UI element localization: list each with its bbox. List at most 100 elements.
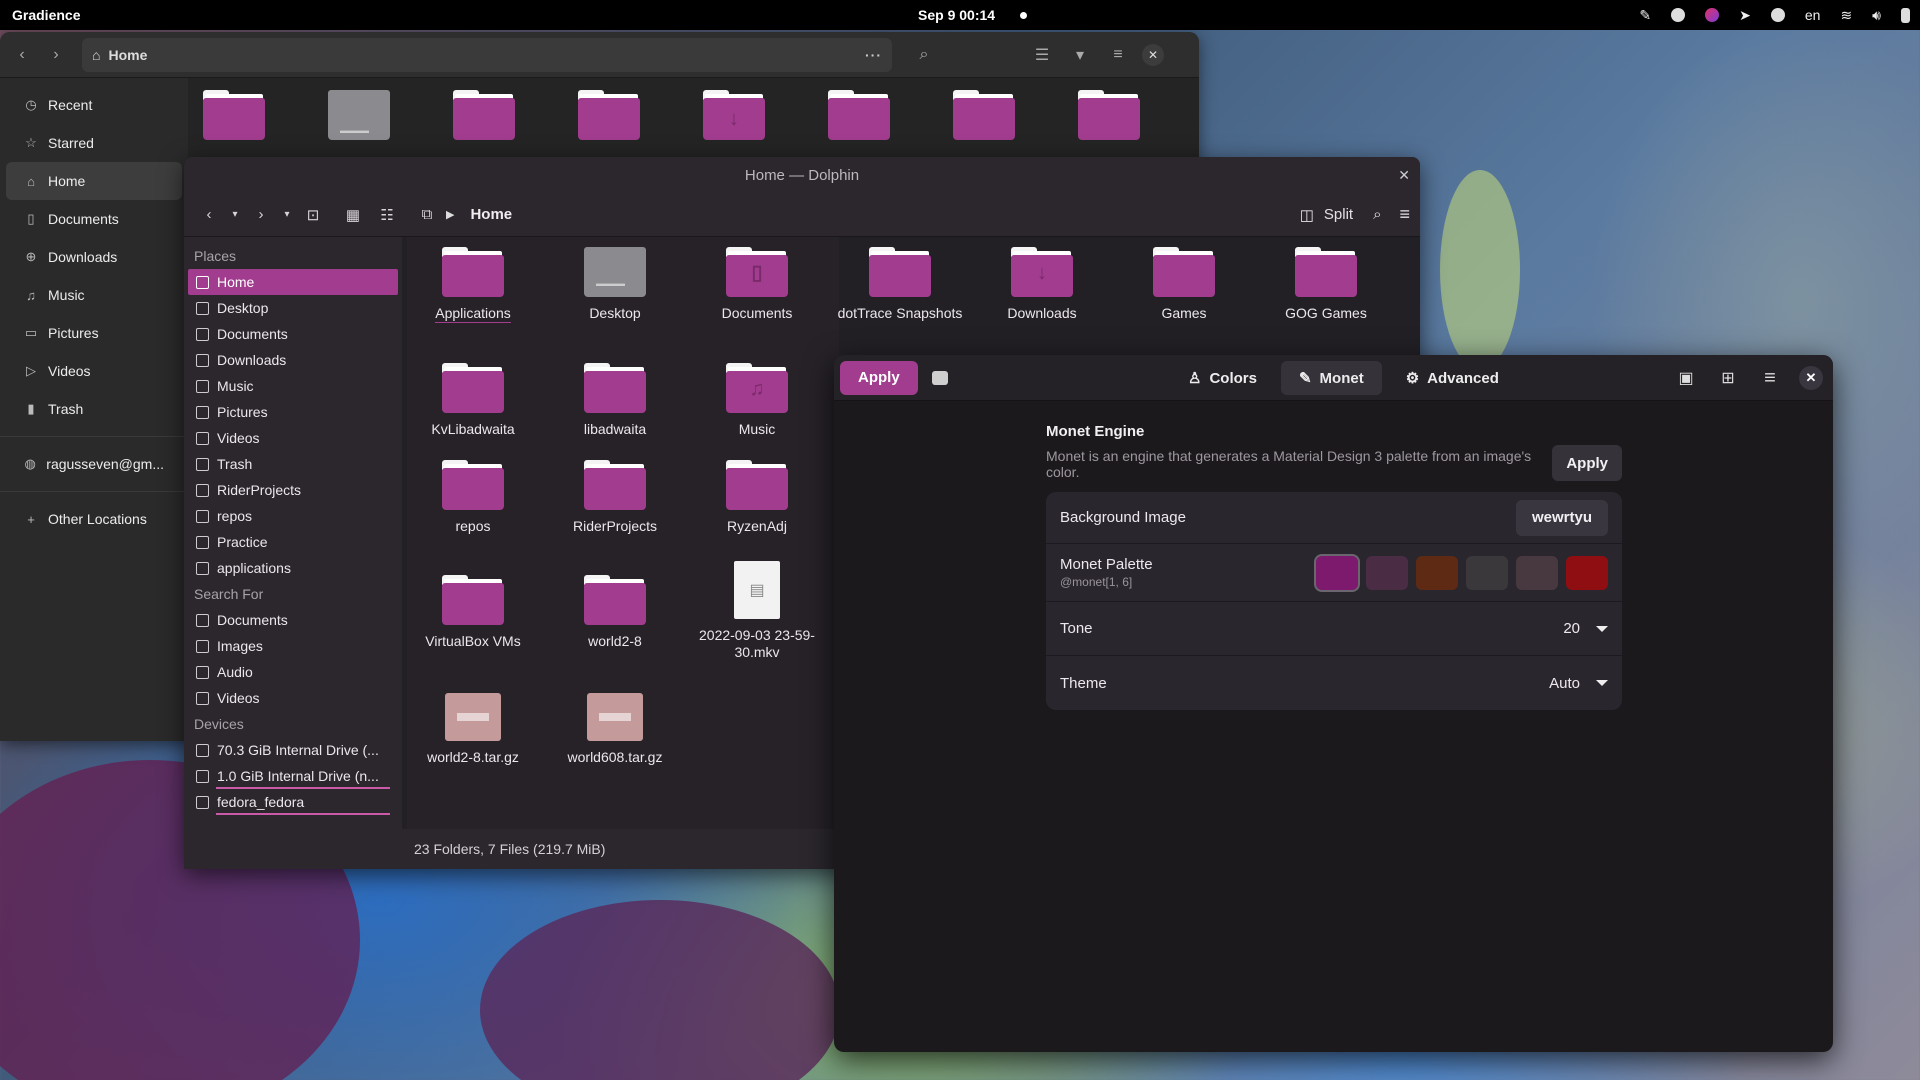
folder-item[interactable]	[450, 90, 518, 140]
forward-icon[interactable]: ›	[246, 200, 276, 230]
presets-icon[interactable]	[931, 370, 948, 385]
place-downloads[interactable]: Downloads	[188, 347, 398, 373]
sidebar-item-online-account[interactable]: ◍ ragusseven@gm...	[6, 445, 182, 483]
folder-item[interactable]	[825, 90, 893, 140]
sidebar-item-music[interactable]: ♫ Music	[6, 276, 182, 314]
split-button[interactable]: Split	[1324, 206, 1353, 223]
device-drive-1[interactable]: 70.3 GiB Internal Drive (...	[188, 737, 398, 763]
dolphin-titlebar[interactable]: Home — Dolphin ✕	[184, 157, 1420, 193]
device-fedora[interactable]: fedora_fedora	[188, 789, 398, 815]
search-documents[interactable]: Documents	[188, 607, 398, 633]
search-audio[interactable]: Audio	[188, 659, 398, 685]
device-drive-2[interactable]: 1.0 GiB Internal Drive (n...	[188, 763, 398, 789]
place-repos[interactable]: repos	[188, 503, 398, 529]
sidebar-item-videos[interactable]: ▷ Videos	[6, 352, 182, 390]
back-history-icon[interactable]: ▾	[228, 200, 242, 230]
tab-monet[interactable]: ✎ Monet	[1280, 361, 1382, 395]
tab-advanced[interactable]: ⚙ Advanced	[1388, 361, 1517, 395]
file-item[interactable]: RyzenAdj	[691, 460, 823, 535]
file-item[interactable]: repos	[407, 460, 539, 535]
file-item[interactable]: world608.tar.gz	[549, 693, 681, 766]
active-app-name[interactable]: Gradience	[12, 7, 80, 23]
search-images[interactable]: Images	[188, 633, 398, 659]
discord-icon[interactable]	[1770, 8, 1785, 22]
more-icon[interactable]: ···	[865, 47, 882, 63]
folder-item[interactable]	[1075, 90, 1143, 140]
file-item[interactable]: world2-8.tar.gz	[407, 693, 539, 766]
back-icon[interactable]: ‹	[194, 200, 224, 230]
sidebar-item-downloads[interactable]: ⊕ Downloads	[6, 238, 182, 276]
folder-item[interactable]	[950, 90, 1018, 140]
palette-swatch[interactable]	[1466, 555, 1508, 590]
breadcrumb[interactable]: Home	[470, 206, 512, 223]
panels-icon[interactable]: ⧉	[412, 200, 442, 230]
sidebar-item-documents[interactable]: ▯ Documents	[6, 200, 182, 238]
file-item[interactable]: Games	[1118, 247, 1250, 322]
chevron-down-icon[interactable]	[1596, 680, 1608, 686]
theme-value[interactable]: Auto	[1549, 675, 1580, 692]
tone-row[interactable]: Tone 20	[1046, 602, 1622, 656]
list-view-icon[interactable]: ☰	[1028, 41, 1056, 69]
folder-item[interactable]	[325, 90, 393, 140]
file-item[interactable]: ▤ 2022-09-03 23-59-30.mkv	[691, 561, 823, 661]
keyboard-layout[interactable]: en	[1805, 7, 1821, 23]
place-desktop[interactable]: Desktop	[188, 295, 398, 321]
terminal-icon[interactable]: ⊡	[298, 200, 328, 230]
file-item[interactable]: Desktop	[549, 247, 681, 322]
icons-view-icon[interactable]: ▦	[338, 200, 368, 230]
presets-manager-icon[interactable]: ⊞	[1715, 361, 1741, 395]
place-trash[interactable]: Trash	[188, 451, 398, 477]
forward-icon[interactable]: ›	[42, 41, 70, 69]
sidebar-item-recent[interactable]: ◷ Recent	[6, 86, 182, 124]
battery-icon[interactable]	[1901, 7, 1910, 23]
save-icon[interactable]: ▣	[1673, 361, 1699, 395]
file-item[interactable]: KvLibadwaita	[407, 363, 539, 438]
forward-history-icon[interactable]: ▾	[280, 200, 294, 230]
place-music[interactable]: Music	[188, 373, 398, 399]
theme-row[interactable]: Theme Auto	[1046, 656, 1622, 710]
file-item[interactable]: RiderProjects	[549, 460, 681, 535]
clock[interactable]: Sep 9 00:14	[918, 7, 995, 23]
tab-colors[interactable]: ♙ Colors	[1170, 361, 1275, 395]
menu-icon[interactable]: ≡	[1104, 41, 1132, 69]
file-item[interactable]: libadwaita	[549, 363, 681, 438]
chevron-down-icon[interactable]: ▾	[1066, 41, 1094, 69]
color-picker-icon[interactable]: ✎	[1639, 7, 1651, 24]
apply-button[interactable]: Apply	[840, 360, 918, 395]
sidebar-item-home[interactable]: ⌂ Home	[6, 162, 182, 200]
monet-apply-button[interactable]: Apply	[1552, 445, 1622, 481]
tone-value[interactable]: 20	[1563, 620, 1580, 637]
palette-swatch[interactable]	[1516, 555, 1558, 590]
wifi-icon[interactable]: ≋	[1840, 7, 1852, 24]
menu-icon[interactable]: ≡	[1757, 361, 1783, 395]
place-videos[interactable]: Videos	[188, 425, 398, 451]
background-image-button[interactable]: wewrtyu	[1515, 499, 1608, 536]
place-applications[interactable]: applications	[188, 555, 398, 581]
file-item[interactable]: ▯ Documents	[691, 247, 823, 322]
telegram-icon[interactable]: ➤	[1739, 7, 1751, 24]
close-icon[interactable]: ✕	[1799, 366, 1823, 390]
file-item[interactable]: ♫ Music	[691, 363, 823, 438]
palette-swatch[interactable]	[1366, 555, 1408, 590]
place-documents[interactable]: Documents	[188, 321, 398, 347]
split-icon[interactable]: ◫	[1300, 206, 1314, 224]
volume-icon[interactable]: 🔊︎	[1872, 7, 1881, 24]
place-pictures[interactable]: Pictures	[188, 399, 398, 425]
folder-item[interactable]	[575, 90, 643, 140]
palette-swatch[interactable]	[1566, 555, 1608, 590]
place-home[interactable]: Home	[188, 269, 398, 295]
close-icon[interactable]: ✕	[1398, 167, 1410, 184]
place-practice[interactable]: Practice	[188, 529, 398, 555]
palette-swatch[interactable]	[1416, 555, 1458, 590]
details-view-icon[interactable]: ☷	[372, 200, 402, 230]
chevron-down-icon[interactable]	[1596, 625, 1608, 632]
file-item[interactable]: Applications	[407, 247, 539, 323]
file-item[interactable]: dotTrace Snapshots	[834, 247, 966, 322]
search-icon[interactable]: ⌕	[910, 41, 938, 69]
file-item[interactable]: ↓ Downloads	[976, 247, 1108, 322]
palette-swatch[interactable]	[1314, 553, 1360, 592]
file-item[interactable]: world2-8	[549, 575, 681, 650]
search-videos[interactable]: Videos	[188, 685, 398, 711]
sidebar-item-other-locations[interactable]: + Other Locations	[6, 500, 182, 538]
sidebar-item-starred[interactable]: ☆ Starred	[6, 124, 182, 162]
